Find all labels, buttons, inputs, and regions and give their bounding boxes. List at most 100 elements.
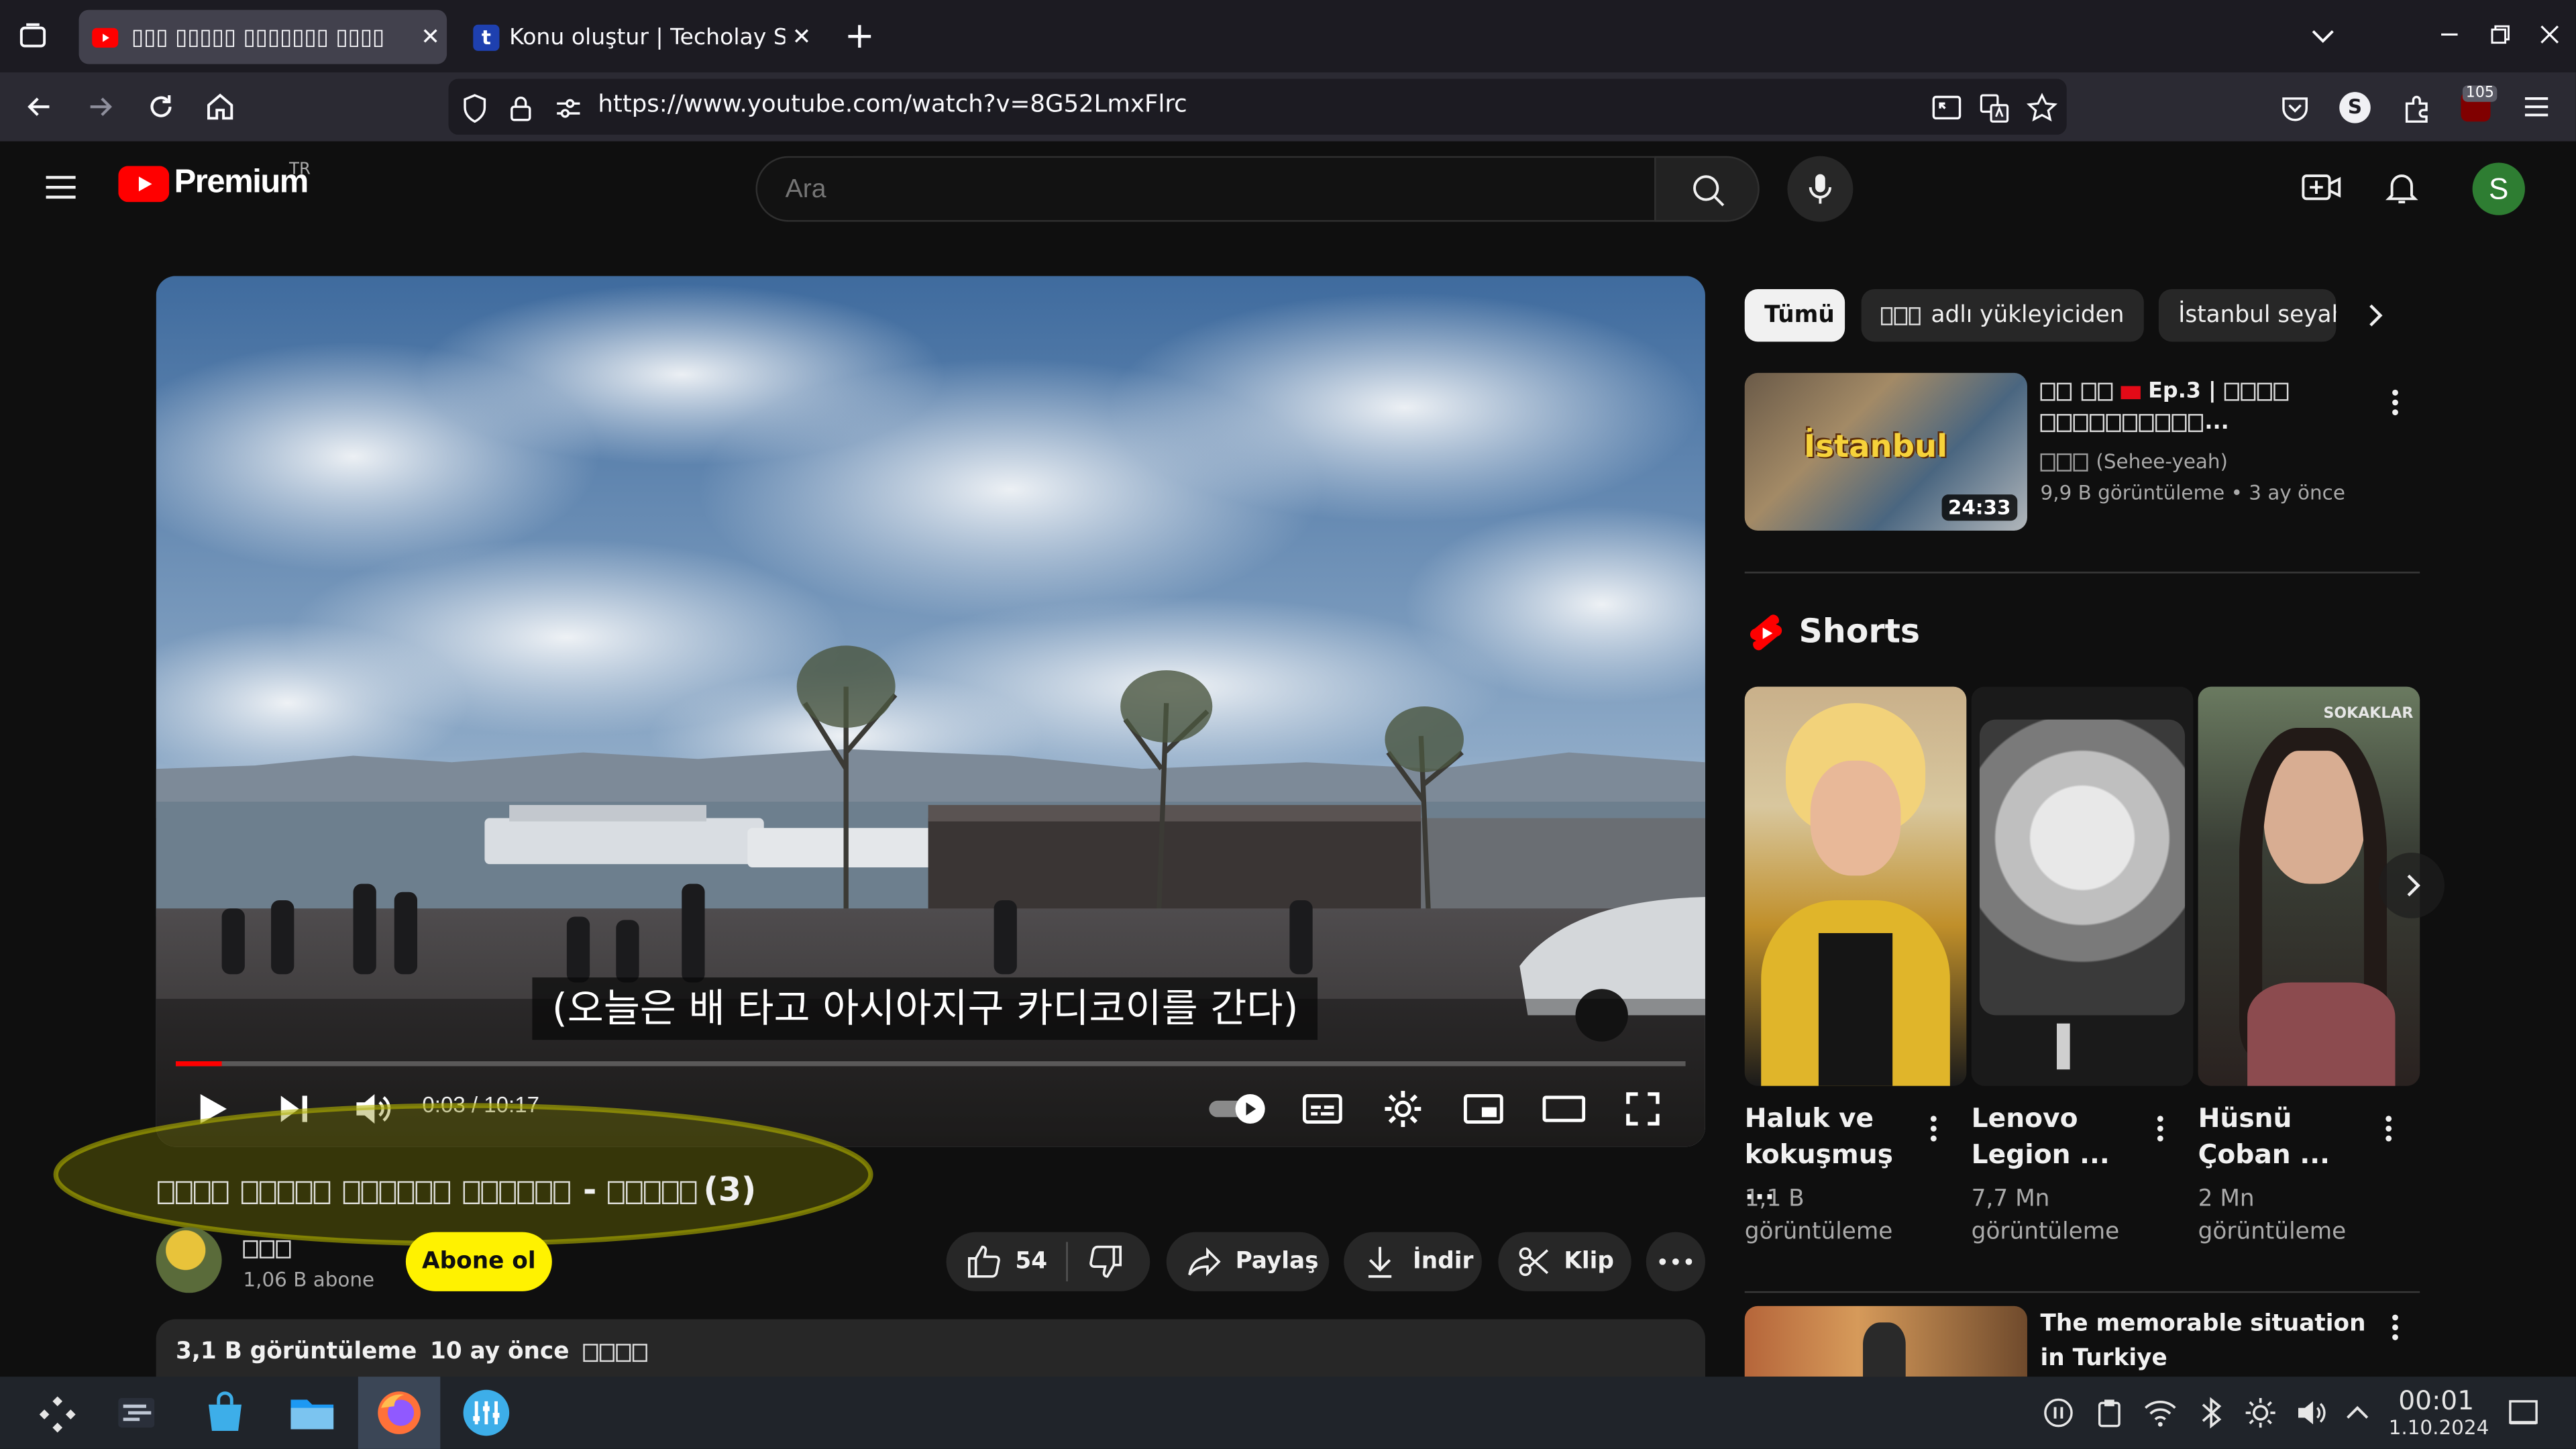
short-thumbnail-2[interactable] (1971, 686, 2194, 1086)
like-count[interactable]: 54 (1015, 1248, 1047, 1275)
tab-techolay[interactable]: t Konu oluştur | Techolay Sosyal ✕ (460, 10, 818, 64)
more-vertical-icon[interactable] (1929, 1114, 1939, 1143)
video-player[interactable]: (오늘은 배 타고 아시아지구 카디코이를 간다) 0:03 / 10:17 (156, 276, 1705, 1147)
close-window-icon[interactable] (2535, 19, 2565, 49)
chips-next-icon[interactable] (2359, 299, 2392, 332)
brightness-icon[interactable] (2244, 1397, 2277, 1430)
youtube-play-logo-icon (118, 165, 170, 201)
progress-bar[interactable] (176, 1061, 1686, 1067)
tray-expand-icon[interactable] (2343, 1398, 2372, 1428)
title-glyph (662, 1180, 679, 1203)
like-divider (1067, 1242, 1069, 1282)
voice-search-button[interactable] (1787, 156, 1854, 222)
share-button[interactable]: Paylaş (1166, 1232, 1330, 1291)
chip-istanbul[interactable]: İstanbul seyahati (2158, 289, 2337, 342)
volume-tray-icon[interactable] (2295, 1397, 2328, 1430)
pocket-icon[interactable] (2279, 92, 2312, 125)
clip-button[interactable]: Klip (1498, 1232, 1631, 1291)
show-desktop-icon[interactable] (2507, 1398, 2540, 1428)
clock-time: 00:01 (2398, 1385, 2475, 1416)
close-tab-icon[interactable]: ✕ (414, 24, 447, 50)
mixer-app-icon[interactable] (462, 1388, 511, 1437)
file-manager-icon[interactable] (288, 1391, 337, 1434)
wifi-icon[interactable] (2144, 1398, 2177, 1428)
short-thumbnail-1[interactable] (1744, 686, 1967, 1086)
lock-icon[interactable] (508, 94, 534, 123)
forward-icon[interactable] (84, 91, 117, 123)
chip-from-uploader[interactable]: adlı yükleyiciden (1861, 289, 2144, 342)
app-launcher-icon[interactable] (36, 1391, 79, 1434)
more-vertical-icon[interactable] (2383, 1114, 2394, 1143)
close-tab-icon[interactable]: ✕ (786, 24, 818, 50)
more-horizontal-icon (1659, 1258, 1693, 1265)
recommended-title[interactable]: Ep.3 | ... (2040, 376, 2377, 439)
recommended-channel[interactable]: (Sehee-yeah) (2040, 449, 2229, 474)
search-input[interactable] (782, 167, 1610, 214)
short-title-2[interactable]: Lenovo Legion ... (1972, 1101, 2144, 1173)
recommended-title-2[interactable]: The memorable situation in Turkiye (2041, 1307, 2377, 1377)
minimize-icon[interactable] (2434, 19, 2464, 49)
title-glyph (680, 1180, 697, 1203)
more-vertical-icon[interactable] (2155, 1114, 2165, 1143)
subtitles-icon[interactable] (1301, 1091, 1344, 1127)
new-tab-button[interactable]: + (845, 16, 875, 57)
url-text[interactable]: https://www.youtube.com/watch?v=8G52LmxF… (598, 92, 1187, 118)
like-icon[interactable] (966, 1244, 1002, 1280)
restore-icon[interactable] (2485, 19, 2515, 49)
search-button[interactable] (1654, 156, 1760, 222)
create-video-icon[interactable] (2300, 168, 2343, 207)
site-permissions-icon[interactable] (553, 94, 583, 123)
tab-youtube[interactable]: ▯▯▯ ▯▯▯▯▯ ▯▯▯▯▯▯▯ ▯▯▯▯ ✕ (78, 9, 447, 64)
autoplay-toggle-icon[interactable] (1208, 1091, 1270, 1127)
clipboard-icon[interactable] (2096, 1398, 2123, 1428)
home-icon[interactable] (204, 91, 237, 123)
more-vertical-icon[interactable] (2390, 1313, 2400, 1342)
miniplayer-icon[interactable] (1462, 1091, 1505, 1127)
translate-icon[interactable] (1978, 92, 2010, 125)
more-vertical-icon[interactable] (2390, 388, 2406, 417)
short-title-3[interactable]: Hüsnü Çoban ... (2198, 1101, 2371, 1173)
recommended-channel-latin: (Sehee-yeah) (2096, 449, 2229, 474)
theater-mode-icon[interactable] (1542, 1091, 1586, 1127)
recommended-thumbnail-2[interactable] (1744, 1305, 2027, 1377)
picture-in-picture-icon[interactable] (1930, 92, 1963, 125)
tab-list-icon[interactable] (16, 19, 49, 52)
title-glyph (241, 1180, 258, 1203)
discover-store-icon[interactable] (202, 1390, 248, 1436)
chip-all[interactable]: Tümü (1744, 289, 1845, 342)
notifications-bell-icon[interactable] (2382, 168, 2422, 207)
app-menu-icon[interactable] (2522, 92, 2551, 121)
browser-tab-bar: ▯▯▯ ▯▯▯▯▯ ▯▯▯▯▯▯▯ ▯▯▯▯ ✕ t Konu oluştur … (0, 0, 2576, 72)
fullscreen-icon[interactable] (1623, 1089, 1663, 1129)
subscribe-button[interactable]: Abone ol (405, 1232, 552, 1291)
shorts-next-button[interactable] (2379, 852, 2445, 918)
more-actions-button[interactable] (1646, 1232, 1705, 1291)
settings-gear-icon[interactable] (1382, 1087, 1425, 1130)
subtitle-caption: (오늘은 배 타고 아시아지구 카디코이를 간다) (532, 977, 1318, 1040)
avatar[interactable]: S (2472, 162, 2525, 215)
channel-name[interactable] (243, 1232, 292, 1264)
search-box[interactable] (755, 156, 1655, 222)
guide-menu-icon[interactable] (43, 171, 79, 204)
download-button[interactable]: İndir (1344, 1232, 1482, 1291)
tracking-protection-icon[interactable] (462, 94, 488, 123)
short-views-3: 2 Mn görüntüleme (2198, 1186, 2347, 1246)
back-icon[interactable] (23, 91, 56, 123)
bluetooth-icon[interactable] (2200, 1397, 2222, 1430)
extensions-icon[interactable] (2400, 92, 2433, 125)
firefox-icon[interactable] (374, 1388, 423, 1437)
title-glyph (517, 1180, 534, 1203)
bookmark-star-icon[interactable] (2025, 92, 2058, 125)
youtube-logo[interactable]: Premium (118, 164, 309, 202)
media-pause-icon[interactable] (2043, 1398, 2073, 1428)
list-all-tabs-icon[interactable] (2306, 19, 2339, 52)
recommended-title-part: Ep.3 | (2148, 379, 2216, 405)
reload-icon[interactable] (145, 91, 178, 123)
dislike-icon[interactable] (1088, 1244, 1124, 1280)
clock[interactable]: 00:01 1.10.2024 (2389, 1385, 2489, 1441)
techolay-favicon-icon: t (473, 23, 500, 50)
task-manager-icon[interactable] (115, 1393, 158, 1433)
account-avatar-icon[interactable]: S (2339, 92, 2371, 123)
channel-avatar[interactable] (156, 1227, 222, 1293)
recommended-thumbnail[interactable]: İstanbul 24:33 (1744, 372, 2027, 531)
